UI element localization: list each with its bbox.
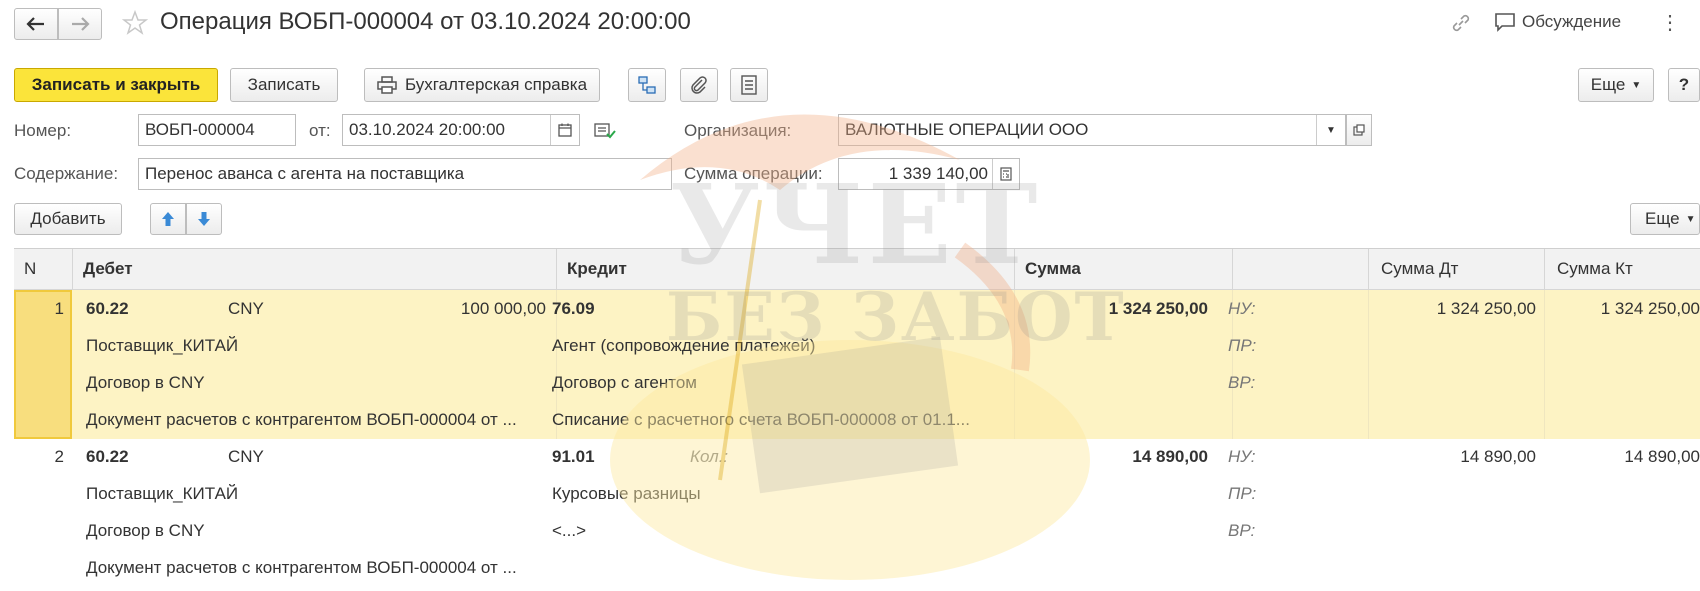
list-document-icon xyxy=(741,75,757,95)
calculator-button[interactable] xyxy=(992,159,1019,189)
credit-account[interactable]: 76.09 xyxy=(552,299,672,319)
accounting-report-button[interactable]: Бухгалтерская справка xyxy=(364,68,600,102)
sum-dt[interactable]: 1 324 250,00 xyxy=(1368,299,1536,319)
sum-kt[interactable]: 14 890,00 xyxy=(1544,447,1700,467)
operation-sum-label: Сумма операции: xyxy=(684,164,823,183)
move-up-button[interactable] xyxy=(150,203,186,235)
number-label: Номер: xyxy=(14,121,72,140)
debit-account[interactable]: 60.22 xyxy=(86,447,206,467)
organization-label: Организация: xyxy=(684,121,792,140)
debit-subconto-1[interactable]: Поставщик_КИТАЙ xyxy=(86,336,546,356)
debit-subconto-1[interactable]: Поставщик_КИТАЙ xyxy=(86,484,546,504)
printer-icon xyxy=(377,76,397,94)
chat-icon xyxy=(1495,13,1515,32)
forward-button[interactable] xyxy=(58,8,102,40)
table-header: N Дебет Кредит Сумма Сумма Дт Сумма Кт xyxy=(14,249,1700,290)
more-button[interactable]: Еще ▼ xyxy=(1578,68,1654,102)
open-organization-button[interactable] xyxy=(1346,114,1372,146)
debit-subconto-3[interactable]: Документ расчетов с контрагентом ВОБП-00… xyxy=(86,410,546,430)
column-header-sum-dt[interactable]: Сумма Дт xyxy=(1368,249,1544,289)
save-and-close-button[interactable]: Записать и закрыть xyxy=(14,68,218,102)
organization-dropdown-button[interactable]: ▼ xyxy=(1316,115,1345,145)
table-more-label: Еще xyxy=(1645,209,1680,228)
credit-subconto-2[interactable]: Договор с агентом xyxy=(552,373,992,393)
column-header-tax[interactable] xyxy=(1232,249,1368,289)
credit-subconto-3[interactable]: Списание с расчетного счета ВОБП-000008 … xyxy=(552,410,992,430)
arrow-down-icon xyxy=(198,212,210,226)
calendar-button[interactable] xyxy=(550,115,579,145)
more-vertical-icon[interactable]: ⋮ xyxy=(1660,10,1680,35)
link-icon[interactable] xyxy=(1450,12,1472,39)
row-number: 2 xyxy=(54,447,64,466)
paperclip-icon xyxy=(691,76,707,94)
debit-subconto-2[interactable]: Договор в CNY xyxy=(86,521,546,541)
number-field[interactable]: ВОБП-000004 xyxy=(138,114,296,146)
back-button[interactable] xyxy=(14,8,58,40)
tax-vr-label: ВР: xyxy=(1228,373,1256,392)
entry-sum[interactable]: 14 890,00 xyxy=(1014,447,1208,467)
entries-table: N Дебет Кредит Сумма Сумма Дт Сумма Кт 1… xyxy=(14,248,1700,587)
debit-account[interactable]: 60.22 xyxy=(86,299,206,319)
debit-currency[interactable]: CNY xyxy=(228,299,328,319)
credit-subconto-2[interactable]: <...> xyxy=(552,521,992,541)
dropdown-arrow-icon: ▼ xyxy=(1631,79,1642,91)
tax-pr-label: ПР: xyxy=(1228,336,1257,355)
operation-sum-field[interactable]: 1 339 140,00 xyxy=(838,158,1020,190)
arrow-right-icon xyxy=(72,17,90,31)
dropdown-arrow-icon: ▼ xyxy=(1685,213,1696,225)
open-window-icon xyxy=(1353,124,1365,136)
page-title: Операция ВОБП-000004 от 03.10.2024 20:00… xyxy=(160,8,691,35)
column-header-credit[interactable]: Кредит xyxy=(556,249,1014,289)
operation-sum-value: 1 339 140,00 xyxy=(888,164,988,183)
help-button[interactable]: ? xyxy=(1668,68,1700,102)
debit-subconto-3[interactable]: Документ расчетов с контрагентом ВОБП-00… xyxy=(86,558,546,578)
sum-dt[interactable]: 14 890,00 xyxy=(1368,447,1536,467)
credit-account[interactable]: 91.01 xyxy=(552,447,672,467)
more-label: Еще xyxy=(1590,75,1626,94)
credit-subconto-1[interactable]: Агент (сопровождение платежей) xyxy=(552,336,992,356)
save-button[interactable]: Записать xyxy=(230,68,338,102)
favorite-star-icon[interactable] xyxy=(121,9,149,41)
tax-vr-label: ВР: xyxy=(1228,521,1256,540)
content-label: Содержание: xyxy=(14,164,119,183)
date-label: от: xyxy=(309,121,331,140)
column-header-sum[interactable]: Сумма xyxy=(1014,249,1232,289)
tax-nu-label: НУ: xyxy=(1228,299,1256,318)
hierarchy-icon xyxy=(638,76,656,94)
date-value: 03.10.2024 20:00:00 xyxy=(349,120,505,139)
column-header-sum-kt[interactable]: Сумма Кт xyxy=(1544,249,1700,289)
arrow-left-icon xyxy=(26,17,44,31)
arrow-up-icon xyxy=(162,212,174,226)
add-row-button[interactable]: Добавить xyxy=(14,203,122,235)
calendar-icon xyxy=(558,123,572,137)
calculator-icon xyxy=(1000,167,1012,181)
debit-subconto-2[interactable]: Договор в CNY xyxy=(86,373,546,393)
content-field[interactable]: Перенос аванса с агента на поставщика xyxy=(138,158,672,190)
sum-kt[interactable]: 1 324 250,00 xyxy=(1544,299,1700,319)
accounting-report-label: Бухгалтерская справка xyxy=(404,75,588,94)
tax-nu-label: НУ: xyxy=(1228,447,1256,466)
discussion-label: Обсуждение xyxy=(1522,12,1622,31)
organization-value: ВАЛЮТНЫЕ ОПЕРАЦИИ ООО xyxy=(845,120,1089,139)
move-down-button[interactable] xyxy=(186,203,222,235)
tax-pr-label: ПР: xyxy=(1228,484,1257,503)
debit-currency-amount[interactable]: 100 000,00 xyxy=(344,299,546,319)
attachments-button[interactable] xyxy=(680,68,718,102)
document-status-icon[interactable] xyxy=(594,122,616,145)
structure-button[interactable] xyxy=(628,68,666,102)
column-header-n[interactable]: N xyxy=(14,249,72,289)
organization-field[interactable]: ВАЛЮТНЫЕ ОПЕРАЦИИ ООО ▼ xyxy=(838,114,1346,146)
table-more-button[interactable]: Еще ▼ xyxy=(1630,203,1700,235)
debit-currency[interactable]: CNY xyxy=(228,447,328,467)
date-field[interactable]: 03.10.2024 20:00:00 xyxy=(342,114,580,146)
credit-subconto-1[interactable]: Курсовые разницы xyxy=(552,484,992,504)
discussion-button[interactable]: Обсуждение xyxy=(1494,12,1621,32)
entry-sum[interactable]: 1 324 250,00 xyxy=(1014,299,1208,319)
document-list-button[interactable] xyxy=(730,68,768,102)
row-number: 1 xyxy=(54,299,64,318)
credit-quantity-label: Кол.: xyxy=(690,447,729,466)
column-header-debit[interactable]: Дебет xyxy=(72,249,556,289)
